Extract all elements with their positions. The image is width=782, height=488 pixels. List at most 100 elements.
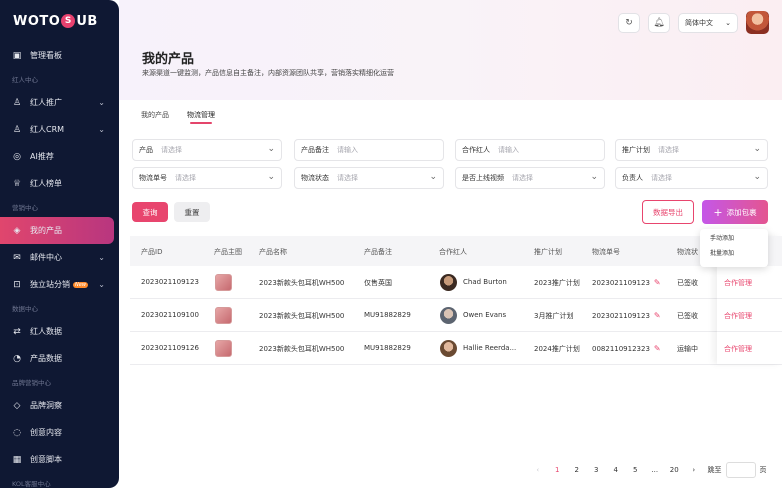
filter-field[interactable]: 是否上线视频 请选择 ⌄ — [455, 167, 605, 189]
sidebar-item-label: 创意内容 — [30, 428, 62, 437]
sidebar-item[interactable]: ◌ 创意内容 — [0, 419, 119, 446]
cell-tracking: 2023021109123 ✎ — [592, 311, 661, 320]
sidebar-item[interactable]: ◔ 产品数据 — [0, 345, 119, 372]
pagination: ‹ 1 2 3 4 5... 20 › 跳至 页 — [528, 462, 767, 478]
nav-section-label: 红人中心 — [12, 76, 38, 84]
table-header: 产品ID产品主图产品名称产品备注合作红人推广计划物流单号物流状操作 — [130, 236, 782, 266]
table-row[interactable]: 2023021109123 2023新款头包耳机WH500 仅售英国 2023推广计划… — [130, 266, 782, 299]
filter-field[interactable]: 物流单号 请选择 ⌄ — [132, 167, 282, 189]
filter-label: 产品备注 — [301, 146, 329, 154]
sidebar-item-label: 品牌洞察 — [30, 401, 62, 410]
cell-plan: 2023推广计划 — [534, 279, 580, 287]
page-number[interactable]: 5 — [626, 466, 646, 474]
edit-icon[interactable]: ✎ — [654, 278, 661, 287]
cell-tracking: 0082110912323 ✎ — [592, 344, 661, 353]
jump-label: 跳至 — [707, 466, 722, 474]
sidebar-item[interactable]: ▦ 创意脚本 — [0, 446, 119, 473]
cell-name: 2023新款头包耳机WH500 — [259, 345, 345, 353]
sidebar-item-label: 邮件中心 — [30, 253, 62, 262]
page-number[interactable]: 4 — [606, 466, 626, 474]
logo[interactable]: WOTO S UB — [0, 0, 119, 42]
cell-id: 2023021109126 — [141, 344, 199, 352]
tab-logistics[interactable]: 物流管理 — [187, 110, 215, 124]
filter-label: 合作红人 — [462, 146, 490, 154]
logo-text-suffix: UB — [76, 13, 98, 29]
trophy-icon: ♕ — [12, 178, 22, 189]
reset-button[interactable]: 重置 — [174, 202, 210, 222]
column-header: 产品名称 — [259, 248, 287, 256]
filter-field[interactable]: 产品备注 请输入 — [294, 139, 444, 161]
edit-icon[interactable]: ✎ — [654, 344, 661, 353]
export-button[interactable]: 数据导出 — [642, 200, 694, 224]
refresh-button[interactable]: ↻ — [618, 13, 640, 33]
filter-field[interactable]: 物流状态 请选择 ⌄ — [294, 167, 444, 189]
chevron-down-icon: ⌄ — [98, 280, 105, 289]
cell-id: 2023021109100 — [141, 311, 199, 319]
sidebar-item[interactable]: ◇ 品牌洞察 — [0, 392, 119, 419]
query-button[interactable]: 查询 — [132, 202, 168, 222]
sidebar-item[interactable]: ✉ 邮件中心 ⌄ — [0, 244, 119, 271]
page-number[interactable]: 1 — [548, 466, 568, 474]
edit-icon[interactable]: ✎ — [654, 311, 661, 320]
cell-kol: Hallie Reerda... — [463, 344, 517, 352]
prev-page-button[interactable]: ‹ — [528, 466, 548, 474]
add-package-menu: 手动添加 批量添加 — [700, 229, 768, 267]
next-page-button[interactable]: › — [684, 466, 704, 474]
filter-field[interactable]: 推广计划 请选择 ⌄ — [615, 139, 768, 161]
chevron-down-icon: ⌄ — [98, 125, 105, 134]
filter-label: 推广计划 — [622, 146, 650, 154]
cooperation-manage-link[interactable]: 合作管理 — [724, 344, 752, 354]
page-number[interactable]: 20 — [665, 466, 685, 474]
column-header: 物流状 — [677, 248, 698, 256]
tab-my-products[interactable]: 我的产品 — [141, 110, 169, 124]
filter-placeholder: 请输入 — [498, 146, 519, 154]
tab-bar: 我的产品 物流管理 — [141, 110, 215, 124]
chevron-down-icon: ⌄ — [753, 172, 761, 182]
notification-button[interactable]: 🔔︎ — [648, 13, 670, 33]
chevron-down-icon: ⌄ — [98, 98, 105, 107]
filter-placeholder: 请输入 — [337, 146, 358, 154]
calendar-icon: ▦ — [12, 454, 22, 465]
kol-avatar — [440, 274, 457, 291]
mail-icon: ✉ — [13, 252, 21, 263]
sidebar-item[interactable]: ♕ 红人榜单 — [0, 170, 119, 197]
logo-text: WOTO — [13, 13, 61, 29]
page-number[interactable]: 3 — [587, 466, 607, 474]
jump-page-input[interactable] — [725, 462, 756, 478]
column-header: 合作红人 — [439, 248, 467, 256]
language-select[interactable]: 简体中文 ⌄ — [678, 13, 738, 33]
sidebar-item[interactable]: ⇄ 红人数据 — [0, 318, 119, 345]
table-row[interactable]: 2023021109126 2023新款头包耳机WH500 MU91882829 20… — [130, 332, 782, 365]
kol-avatar — [440, 340, 457, 357]
sidebar-item[interactable]: ⊡ 独立站分销 New ⌄ — [0, 271, 119, 298]
kol-avatar — [440, 307, 457, 324]
sidebar-item-label: 管理看板 — [30, 51, 62, 60]
page-number[interactable]: ... — [645, 466, 665, 474]
sidebar-item-label: 我的产品 — [30, 226, 62, 235]
filter-placeholder: 请选择 — [651, 174, 672, 182]
cooperation-manage-link[interactable]: 合作管理 — [724, 278, 752, 288]
filter-field[interactable]: 产品 请选择 ⌄ — [132, 139, 282, 161]
user-avatar[interactable] — [746, 11, 769, 34]
sidebar-item[interactable]: ◈ 我的产品 — [0, 217, 114, 244]
sidebar-item[interactable]: ♙ 红人推广 ⌄ — [0, 89, 119, 116]
new-badge: New — [73, 281, 88, 288]
table-row[interactable]: 2023021109100 2023新款头包耳机WH500 MU91882829 3月… — [130, 299, 782, 332]
sidebar: WOTO S UB ▣ 管理看板红人中心 ♙ 红人推广 ⌄ ♙ 红人CRM ⌄ ◎ AI推荐 ♕ 红人榜单… — [0, 0, 119, 488]
menu-item-batch-add[interactable]: 批量添加 — [700, 246, 768, 261]
add-package-button[interactable]: + 添加包裹 — [702, 200, 768, 224]
menu-item-manual-add[interactable]: 手动添加 — [700, 231, 768, 246]
sidebar-item[interactable]: ▣ 管理看板 — [0, 42, 119, 69]
sidebar-item[interactable]: ◎ AI推荐 — [0, 143, 119, 170]
shop-icon: ⊡ — [13, 279, 21, 290]
cell-kol: Owen Evans — [463, 311, 507, 319]
column-header: 推广计划 — [534, 248, 562, 256]
filter-placeholder: 请选择 — [175, 174, 196, 182]
filter-field[interactable]: 负责人 请选择 ⌄ — [615, 167, 768, 189]
filter-field[interactable]: 合作红人 请输入 — [455, 139, 605, 161]
column-header: 产品ID — [141, 248, 163, 256]
sidebar-item[interactable]: ♙ 红人CRM ⌄ — [0, 116, 119, 143]
page-number[interactable]: 2 — [567, 466, 587, 474]
cooperation-manage-link[interactable]: 合作管理 — [724, 311, 752, 321]
chart-icon: ◔ — [13, 353, 21, 364]
